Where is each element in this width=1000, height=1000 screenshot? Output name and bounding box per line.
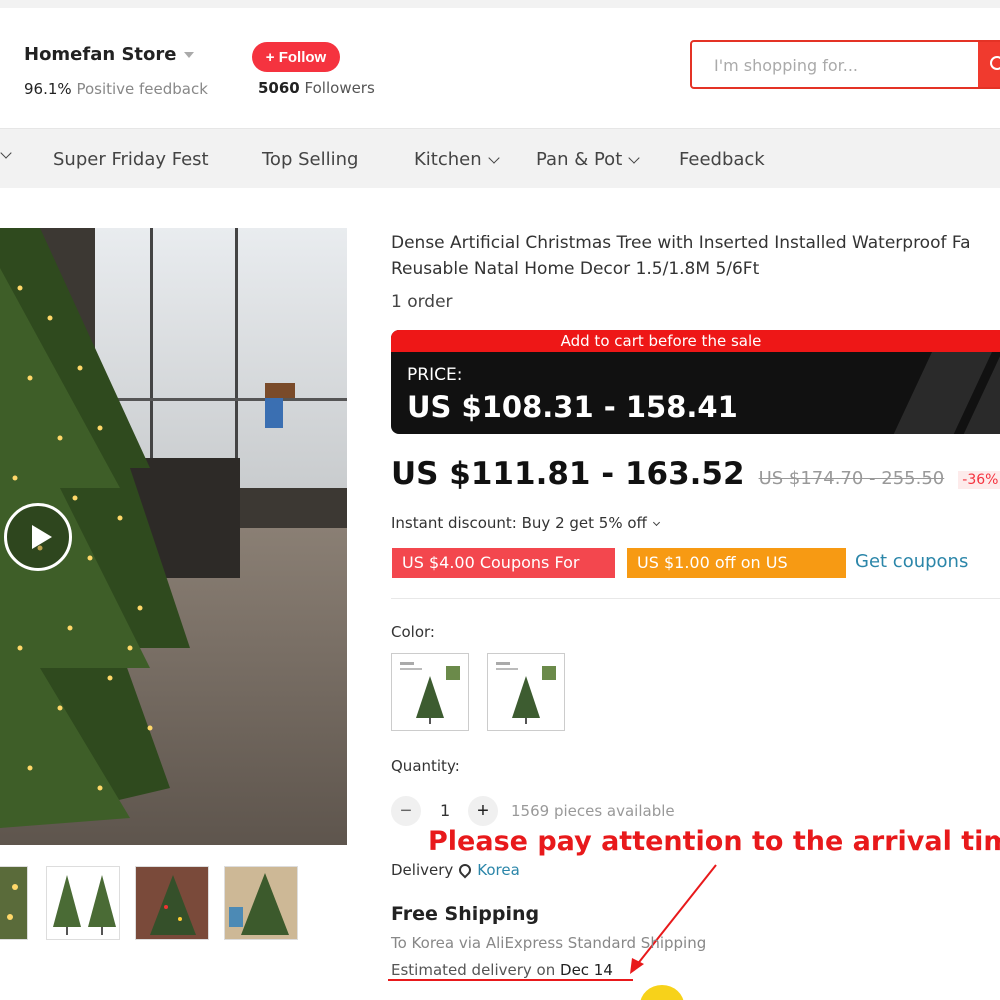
estimated-delivery-label: Estimated delivery on bbox=[391, 961, 556, 979]
nav-item-label[interactable]: Pan & Pot bbox=[536, 149, 622, 170]
thumbnail-image bbox=[136, 867, 208, 939]
nav-item-label[interactable]: Super Friday Fest bbox=[53, 149, 209, 170]
thumbnail[interactable] bbox=[0, 866, 28, 940]
nav-item-label[interactable]: Top Selling bbox=[262, 149, 358, 170]
annotation-underline bbox=[388, 979, 633, 981]
discount-badge: -36% bbox=[958, 471, 1000, 489]
chevron-down-icon[interactable] bbox=[0, 147, 12, 159]
original-price: US $174.70 - 255.50 bbox=[758, 468, 945, 489]
available-stock: 1569 pieces available bbox=[511, 802, 675, 820]
current-price: US $111.81 - 163.52 bbox=[391, 456, 745, 492]
feedback-label: Positive feedback bbox=[76, 80, 208, 98]
thumbnail-image bbox=[47, 867, 119, 939]
color-option[interactable] bbox=[391, 653, 469, 731]
chevron-down-icon bbox=[628, 151, 640, 164]
annotation-text: Please pay attention to the arrival time bbox=[428, 826, 1000, 857]
product-page: Homefan Store 96.1% Positive feedback + … bbox=[0, 0, 1000, 1000]
search-box bbox=[690, 40, 1000, 89]
chevron-down-icon bbox=[487, 151, 500, 164]
color-option-image bbox=[400, 662, 460, 724]
quantity-increase-button[interactable]: + bbox=[468, 796, 498, 826]
store-name[interactable]: Homefan Store bbox=[24, 44, 195, 65]
quantity-value[interactable]: 1 bbox=[440, 801, 450, 820]
nav-item-feedback[interactable]: Feedback bbox=[679, 149, 765, 170]
nav-item-kitchen[interactable]: Kitchen bbox=[414, 149, 500, 170]
thumbnail[interactable] bbox=[46, 866, 120, 940]
delivery-country-link[interactable]: Korea bbox=[477, 861, 520, 879]
play-icon bbox=[32, 525, 52, 549]
quantity-decrease-button[interactable]: − bbox=[391, 796, 421, 826]
nav-item-super-friday-fest[interactable]: Super Friday Fest bbox=[53, 149, 209, 170]
product-title: Dense Artificial Christmas Tree with Ins… bbox=[391, 230, 1000, 282]
color-option[interactable] bbox=[487, 653, 565, 731]
delivery-row: Delivery Korea bbox=[391, 861, 520, 879]
product-title-line: Dense Artificial Christmas Tree with Ins… bbox=[391, 233, 971, 253]
thumbnail-image bbox=[225, 867, 297, 939]
chevron-down-icon bbox=[652, 518, 660, 526]
estimated-delivery: Estimated delivery on Dec 14 bbox=[391, 961, 613, 979]
color-option-image bbox=[496, 662, 556, 724]
shipping-title: Free Shipping bbox=[391, 903, 540, 925]
nav-item-label[interactable]: Feedback bbox=[679, 149, 765, 170]
promo-banner-text: Add to cart before the sale bbox=[391, 330, 1000, 352]
store-name-label[interactable]: Homefan Store bbox=[24, 44, 176, 65]
promo-price-banner: Add to cart before the sale PRICE: US $1… bbox=[391, 330, 1000, 434]
nav-item-label[interactable]: Kitchen bbox=[414, 149, 482, 170]
help-bot-icon[interactable] bbox=[640, 985, 684, 1000]
promo-price: US $108.31 - 158.41 bbox=[407, 390, 738, 424]
nav-item-pan-pot[interactable]: Pan & Pot bbox=[536, 149, 640, 170]
promo-price-label: PRICE: bbox=[407, 365, 463, 385]
order-count: 1 order bbox=[391, 292, 453, 312]
play-video-button[interactable] bbox=[4, 503, 72, 571]
product-title-line: Reusable Natal Home Decor 1.5/1.8M 5/6Ft bbox=[391, 259, 760, 279]
estimated-delivery-date: Dec 14 bbox=[560, 961, 613, 979]
location-pin-icon bbox=[456, 861, 474, 879]
search-input[interactable] bbox=[700, 50, 960, 80]
search-button[interactable] bbox=[978, 42, 1000, 87]
instant-discount-label[interactable]: Instant discount: Buy 2 get 5% off bbox=[391, 514, 647, 532]
shipping-method: To Korea via AliExpress Standard Shippin… bbox=[391, 934, 707, 952]
instant-discount[interactable]: Instant discount: Buy 2 get 5% off bbox=[391, 514, 660, 532]
nav-item-top-selling[interactable]: Top Selling bbox=[262, 149, 358, 170]
top-strip bbox=[0, 0, 1000, 8]
follow-button[interactable]: + Follow bbox=[252, 42, 340, 72]
product-main-image[interactable] bbox=[0, 228, 347, 845]
store-feedback: 96.1% Positive feedback bbox=[24, 80, 208, 98]
search-icon bbox=[990, 56, 1000, 70]
followers-label: Followers bbox=[304, 79, 375, 97]
coupon-store[interactable]: US $1.00 off on US $22.00 bbox=[627, 548, 846, 602]
thumbnail[interactable] bbox=[224, 866, 298, 940]
followers: 5060 Followers bbox=[258, 79, 375, 97]
thumbnail[interactable] bbox=[135, 866, 209, 940]
quantity-label: Quantity: bbox=[391, 757, 460, 775]
price-row: US $111.81 - 163.52 US $174.70 - 255.50 … bbox=[391, 456, 1000, 492]
color-label: Color: bbox=[391, 623, 435, 641]
divider bbox=[391, 598, 1000, 599]
coupon-for-you[interactable]: US $4.00 Coupons For You bbox=[392, 548, 615, 602]
get-coupons-link[interactable]: Get coupons bbox=[855, 551, 968, 572]
store-nav: Super Friday Fest Top Selling Kitchen Pa… bbox=[0, 128, 1000, 188]
feedback-value: 96.1% bbox=[24, 80, 72, 98]
caret-down-icon[interactable] bbox=[184, 51, 195, 58]
thumbnail-image bbox=[0, 867, 27, 939]
followers-count: 5060 bbox=[258, 79, 300, 97]
delivery-label: Delivery bbox=[391, 861, 454, 879]
